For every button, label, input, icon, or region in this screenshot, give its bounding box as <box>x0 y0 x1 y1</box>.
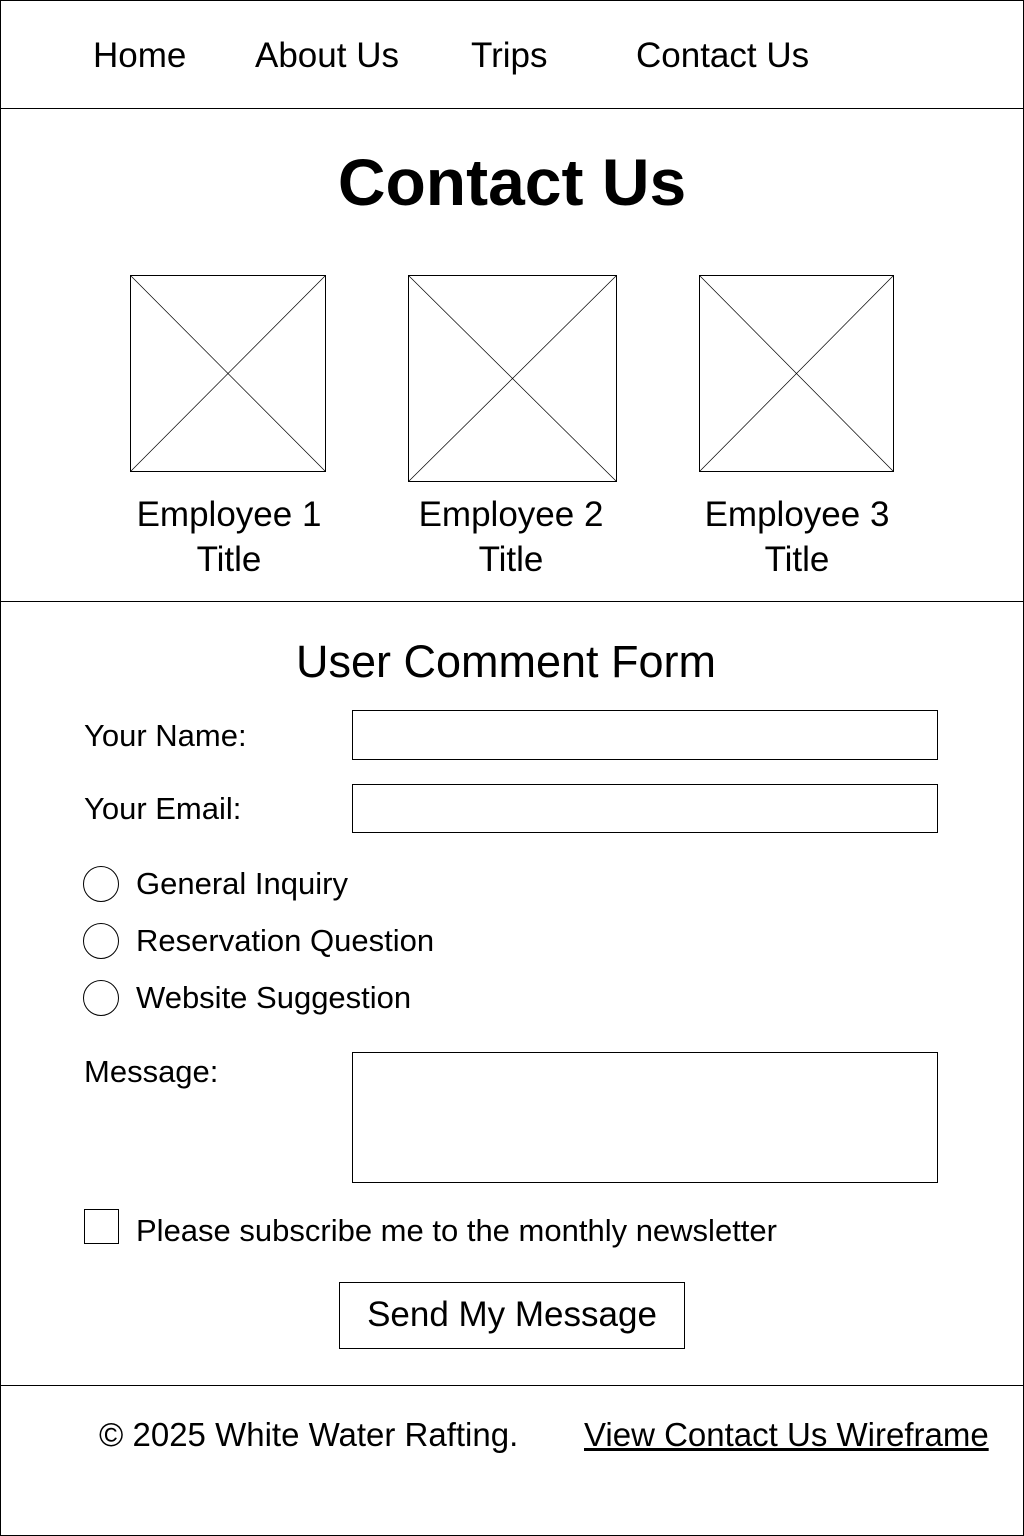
send-message-button[interactable]: Send My Message <box>339 1282 685 1349</box>
employee-2-name: Employee 2 <box>418 495 604 534</box>
reservation-question-label: Reservation Question <box>136 923 435 958</box>
nav-about-us-link[interactable]: About Us <box>255 36 399 76</box>
employee-1-image-placeholder <box>130 275 326 472</box>
employee-3-image-placeholder <box>699 275 894 472</box>
page-title: Contact Us <box>337 145 687 219</box>
reservation-question-radio[interactable] <box>83 923 119 959</box>
employees-divider <box>0 601 1024 602</box>
website-suggestion-radio[interactable] <box>83 980 119 1016</box>
message-label: Message: <box>84 1054 219 1089</box>
employee-1-name: Employee 1 <box>136 495 322 534</box>
newsletter-label: Please subscribe me to the monthly newsl… <box>136 1213 777 1248</box>
nav-trips-link[interactable]: Trips <box>471 36 547 76</box>
general-inquiry-label: General Inquiry <box>136 866 348 901</box>
view-wireframe-link[interactable]: View Contact Us Wireframe <box>584 1415 989 1455</box>
email-label: Your Email: <box>84 791 242 826</box>
employee-2-caption: Employee 2 Title <box>381 492 641 582</box>
employee-1-title: Title <box>196 540 262 579</box>
name-input[interactable] <box>352 710 938 760</box>
employee-3-name: Employee 3 <box>704 495 890 534</box>
nav-divider <box>0 108 1024 109</box>
nav-home-link[interactable]: Home <box>93 36 186 76</box>
email-input[interactable] <box>352 784 938 833</box>
newsletter-checkbox[interactable] <box>84 1209 119 1244</box>
general-inquiry-radio[interactable] <box>83 866 119 902</box>
website-suggestion-label: Website Suggestion <box>136 980 412 1015</box>
footer-divider <box>0 1385 1024 1386</box>
employee-3-caption: Employee 3 Title <box>667 492 927 582</box>
employee-2-title: Title <box>478 540 544 579</box>
footer-copyright: © 2025 White Water Rafting. <box>99 1416 519 1453</box>
employee-1-caption: Employee 1 Title <box>99 492 359 582</box>
form-title: User Comment Form <box>295 636 717 687</box>
employee-3-title: Title <box>764 540 830 579</box>
employee-2-image-placeholder <box>408 275 617 482</box>
nav-contact-us-link[interactable]: Contact Us <box>636 36 809 76</box>
message-textarea[interactable] <box>352 1052 938 1183</box>
name-label: Your Name: <box>84 718 247 753</box>
